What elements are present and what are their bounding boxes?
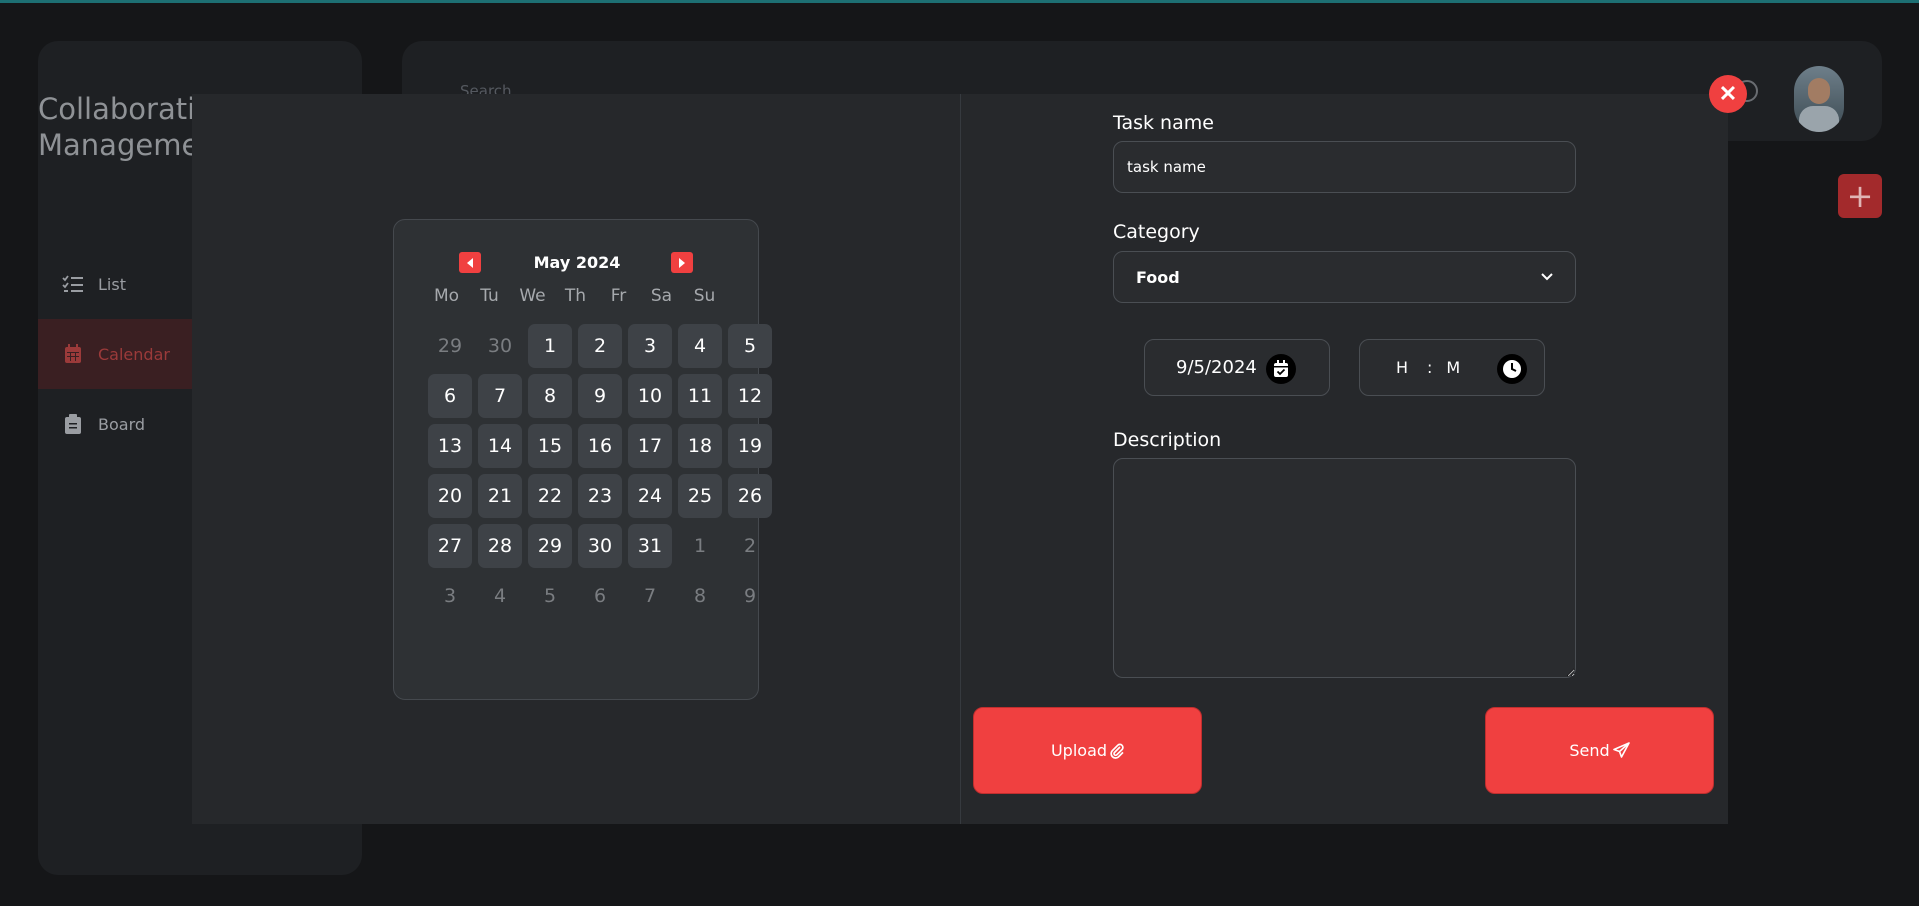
calendar-day[interactable]: 10 <box>628 374 672 418</box>
calendar-day[interactable]: 13 <box>428 424 472 468</box>
send-button[interactable]: Send <box>1485 707 1714 794</box>
hour-field[interactable]: H <box>1396 358 1408 377</box>
paper-plane-icon <box>1612 742 1630 758</box>
calendar-day-outside-month[interactable]: 29 <box>428 324 472 368</box>
category-select[interactable]: Food <box>1113 251 1576 303</box>
calendar-day[interactable]: 27 <box>428 524 472 568</box>
calendar-day[interactable]: 12 <box>728 374 772 418</box>
calendar-day-outside-month[interactable]: 6 <box>578 574 622 618</box>
caret-right-icon <box>679 257 685 268</box>
weekday-label: Mo <box>433 286 460 306</box>
calendar-day-outside-month[interactable]: 2 <box>728 524 772 568</box>
calendar-day[interactable]: 4 <box>678 324 722 368</box>
calendar-day[interactable]: 21 <box>478 474 522 518</box>
calendar-day-outside-month[interactable]: 3 <box>428 574 472 618</box>
category-selected-value: Food <box>1136 267 1180 287</box>
clock-icon[interactable] <box>1497 354 1527 384</box>
calendar-header: May 2024 <box>394 250 760 274</box>
calendar-day-outside-month[interactable]: 5 <box>528 574 572 618</box>
calendar-day-outside-month[interactable]: 7 <box>628 574 672 618</box>
time-input[interactable]: H : M <box>1359 339 1545 396</box>
calendar-day[interactable]: 24 <box>628 474 672 518</box>
calendar-day[interactable]: 11 <box>678 374 722 418</box>
calendar-day[interactable]: 20 <box>428 474 472 518</box>
calendar-day[interactable]: 15 <box>528 424 572 468</box>
calendar-month-label: May 2024 <box>533 253 621 272</box>
avatar[interactable] <box>1794 66 1844 132</box>
calendar-day[interactable]: 18 <box>678 424 722 468</box>
weekday-label: Tu <box>480 286 499 306</box>
calendar-day[interactable]: 16 <box>578 424 622 468</box>
calendar-day[interactable]: 1 <box>528 324 572 368</box>
sidebar-item-label: List <box>98 274 126 294</box>
list-check-icon <box>62 273 84 295</box>
date-value: 9/5/2024 <box>1176 357 1257 378</box>
calendar-day[interactable]: 6 <box>428 374 472 418</box>
calendar-day[interactable]: 26 <box>728 474 772 518</box>
weekday-label: Fr <box>610 286 627 306</box>
upload-button[interactable]: Upload <box>973 707 1202 794</box>
chevron-down-icon <box>1541 273 1553 281</box>
calendar-day[interactable]: 28 <box>478 524 522 568</box>
paperclip-icon <box>1110 743 1124 759</box>
calendar-day[interactable]: 2 <box>578 324 622 368</box>
calendar-day-outside-month[interactable]: 8 <box>678 574 722 618</box>
minute-field[interactable]: M <box>1446 358 1460 377</box>
calendar-day[interactable]: 3 <box>628 324 672 368</box>
weekday-label: Su <box>693 286 716 306</box>
caret-left-icon <box>467 257 473 268</box>
calendar-day-outside-month[interactable]: 1 <box>678 524 722 568</box>
weekday-label: Th <box>564 286 587 306</box>
close-modal-button[interactable]: ✕ <box>1709 75 1747 113</box>
calendar-day-outside-month[interactable]: 9 <box>728 574 772 618</box>
modal-divider <box>960 94 961 824</box>
previous-month-button[interactable] <box>459 252 481 273</box>
calendar-day[interactable]: 22 <box>528 474 572 518</box>
calendar-day[interactable]: 25 <box>678 474 722 518</box>
calendar-day[interactable]: 14 <box>478 424 522 468</box>
calendar-day[interactable]: 5 <box>728 324 772 368</box>
calendar-day-outside-month[interactable]: 30 <box>478 324 522 368</box>
top-accent-line <box>0 0 1919 3</box>
time-separator: : <box>1427 358 1433 377</box>
sidebar-item-label: Calendar <box>98 344 170 364</box>
calendar-day[interactable]: 8 <box>528 374 572 418</box>
calendar-icon <box>62 343 84 365</box>
add-task-button[interactable]: + <box>1838 174 1882 218</box>
calendar-day[interactable]: 30 <box>578 524 622 568</box>
calendar-day-outside-month[interactable]: 4 <box>478 574 522 618</box>
upload-button-label: Upload <box>1050 741 1108 760</box>
avatar-shoulders <box>1799 106 1839 132</box>
avatar-face <box>1808 78 1830 104</box>
calendar-day[interactable]: 17 <box>628 424 672 468</box>
next-month-button[interactable] <box>671 252 693 273</box>
weekday-row: Mo Tu We Th Fr Sa Su <box>425 286 726 306</box>
weekday-label: Sa <box>650 286 673 306</box>
calendar-day[interactable]: 9 <box>578 374 622 418</box>
clipboard-icon <box>62 413 84 435</box>
sidebar-item-label: Board <box>98 414 146 434</box>
task-name-input[interactable] <box>1113 141 1576 193</box>
calendar-day[interactable]: 23 <box>578 474 622 518</box>
date-input[interactable]: 9/5/2024 <box>1144 339 1330 396</box>
weekday-label: We <box>519 286 546 306</box>
description-textarea[interactable] <box>1113 458 1576 678</box>
calendar-day[interactable]: 29 <box>528 524 572 568</box>
calendar-day[interactable]: 19 <box>728 424 772 468</box>
description-label: Description <box>1113 429 1222 451</box>
calendar-day[interactable]: 31 <box>628 524 672 568</box>
send-button-label: Send <box>1569 741 1610 760</box>
date-picker-calendar: May 2024 Mo Tu We Th Fr Sa Su 29 30 1 2 3 4 5 6 7 8 9 10 1… <box>393 219 772 700</box>
category-label: Category <box>1113 221 1200 243</box>
calendar-check-icon[interactable] <box>1266 354 1296 384</box>
task-name-label: Task name <box>1113 112 1214 134</box>
day-grid: 29 30 1 2 3 4 5 6 7 8 9 10 11 12 13 14 15 16 17 18 19 20 21 22 2… <box>428 324 772 618</box>
calendar-day[interactable]: 7 <box>478 374 522 418</box>
close-icon: ✕ <box>1718 81 1738 106</box>
